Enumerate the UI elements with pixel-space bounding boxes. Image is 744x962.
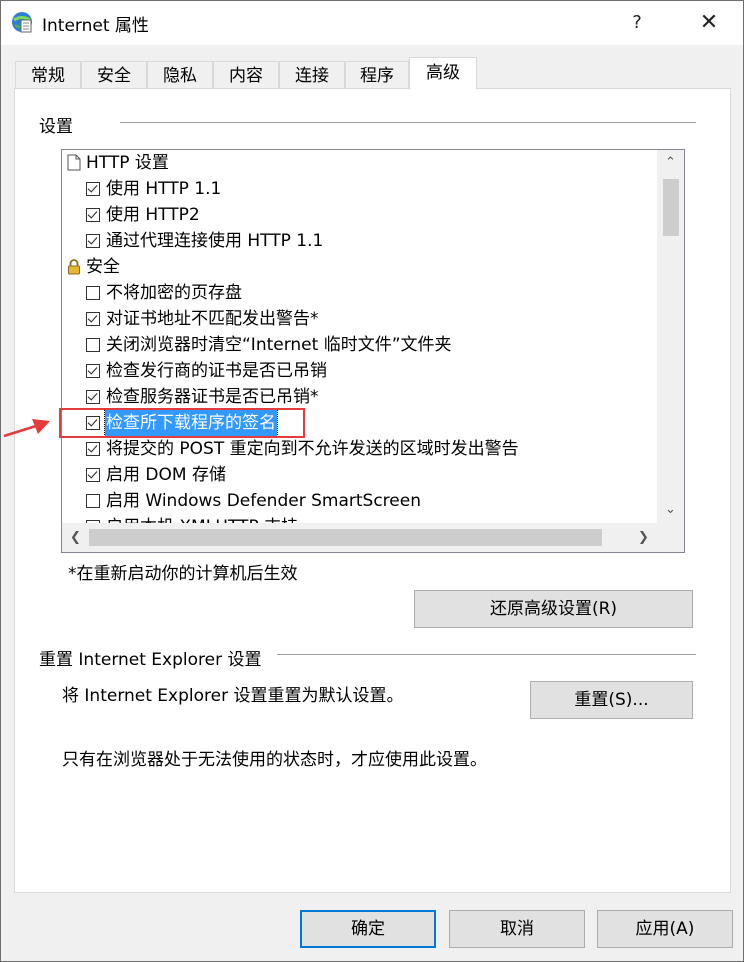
advanced-panel: 设置 HTTP 设置 使用 HTTP 1.1 使用 HTTP2 通过代理连接使用… <box>14 88 731 893</box>
list-group-label: 安全 <box>86 257 120 277</box>
reset-group-divider <box>277 654 696 655</box>
close-button[interactable]: ✕ <box>689 9 729 37</box>
window-title: Internet 属性 <box>42 16 149 36</box>
checkbox[interactable] <box>86 208 100 222</box>
settings-group-divider <box>120 122 696 123</box>
list-item-label: 检查服务器证书是否已吊销* <box>106 387 319 407</box>
tab-privacy[interactable]: 隐私 <box>147 61 213 89</box>
checkbox[interactable] <box>86 468 100 482</box>
help-button[interactable]: ? <box>617 9 657 37</box>
reset-group-label: 重置 Internet Explorer 设置 <box>39 650 262 670</box>
list-item-label: 启用 DOM 存储 <box>106 465 226 485</box>
settings-group-label: 设置 <box>39 117 73 137</box>
horizontal-scroll-thumb[interactable] <box>89 529 602 546</box>
checkbox[interactable] <box>86 442 100 456</box>
reset-warning: 只有在浏览器处于无法使用的状态时，才应使用此设置。 <box>62 750 487 770</box>
tab-connections[interactable]: 连接 <box>279 61 345 89</box>
lock-icon <box>68 259 80 275</box>
horizontal-scrollbar[interactable]: ❮ ❯ <box>62 523 657 552</box>
checkbox[interactable] <box>86 494 100 508</box>
internet-options-dialog: Internet 属性 ? ✕ 常规 安全 隐私 内容 连接 程序 高级 设置 … <box>0 0 744 962</box>
vertical-scrollbar[interactable]: ⌃ ⌄ <box>657 150 684 523</box>
restore-advanced-settings-button[interactable]: 还原高级设置(R) <box>414 590 693 628</box>
annotation-highlight-box <box>59 408 305 438</box>
checkbox[interactable] <box>86 312 100 326</box>
tab-advanced[interactable]: 高级 <box>409 57 477 90</box>
list-item-label: 通过代理连接使用 HTTP 1.1 <box>106 231 324 251</box>
checkbox[interactable] <box>86 390 100 404</box>
list-item-label: 启用 Windows Defender SmartScreen <box>106 491 421 511</box>
checkbox[interactable] <box>86 182 100 196</box>
checkbox[interactable] <box>86 338 100 352</box>
reset-button[interactable]: 重置(S)... <box>530 681 693 719</box>
checkbox[interactable] <box>86 234 100 248</box>
tab-general[interactable]: 常规 <box>15 61 81 89</box>
vertical-scroll-thumb[interactable] <box>663 179 679 236</box>
internet-explorer-icon <box>12 12 32 33</box>
settings-list[interactable]: HTTP 设置 使用 HTTP 1.1 使用 HTTP2 通过代理连接使用 HT… <box>61 149 685 553</box>
page-icon <box>67 154 81 171</box>
list-item-label: 启用本机 XMLHTTP 支持 <box>106 514 298 523</box>
restart-note: *在重新启动你的计算机后生效 <box>68 564 298 584</box>
scroll-up-icon[interactable]: ⌃ <box>657 150 684 176</box>
list-item-label: 关闭浏览器时清空“Internet 临时文件”文件夹 <box>106 335 452 355</box>
checkbox[interactable] <box>86 286 100 300</box>
scrollbar-corner <box>657 523 684 552</box>
list-item-label: 使用 HTTP 1.1 <box>106 179 222 199</box>
reset-description: 将 Internet Explorer 设置重置为默认设置。 <box>62 686 404 706</box>
scroll-left-icon[interactable]: ❮ <box>62 525 89 551</box>
tab-security[interactable]: 安全 <box>81 61 147 89</box>
list-item-label: 对证书地址不匹配发出警告* <box>106 309 319 329</box>
checkbox[interactable] <box>86 364 100 378</box>
list-item-label: 将提交的 POST 重定向到不允许发送的区域时发出警告 <box>106 439 519 459</box>
title-bar: Internet 属性 ? ✕ <box>1 1 743 45</box>
apply-button[interactable]: 应用(A) <box>597 910 733 948</box>
list-item-label: 使用 HTTP2 <box>106 205 200 225</box>
annotation-arrow-icon <box>3 419 50 438</box>
scroll-down-icon[interactable]: ⌄ <box>657 497 684 523</box>
list-item-label: 检查发行商的证书是否已吊销 <box>106 361 327 381</box>
list-item-label: 不将加密的页存盘 <box>106 283 242 303</box>
tab-content[interactable]: 内容 <box>213 61 279 89</box>
tab-programs[interactable]: 程序 <box>345 61 409 89</box>
ok-button[interactable]: 确定 <box>300 910 436 948</box>
settings-list-viewport: HTTP 设置 使用 HTTP 1.1 使用 HTTP2 通过代理连接使用 HT… <box>62 150 657 523</box>
list-group-label: HTTP 设置 <box>86 153 169 173</box>
cancel-button[interactable]: 取消 <box>449 910 585 948</box>
scroll-right-icon[interactable]: ❯ <box>630 525 657 551</box>
